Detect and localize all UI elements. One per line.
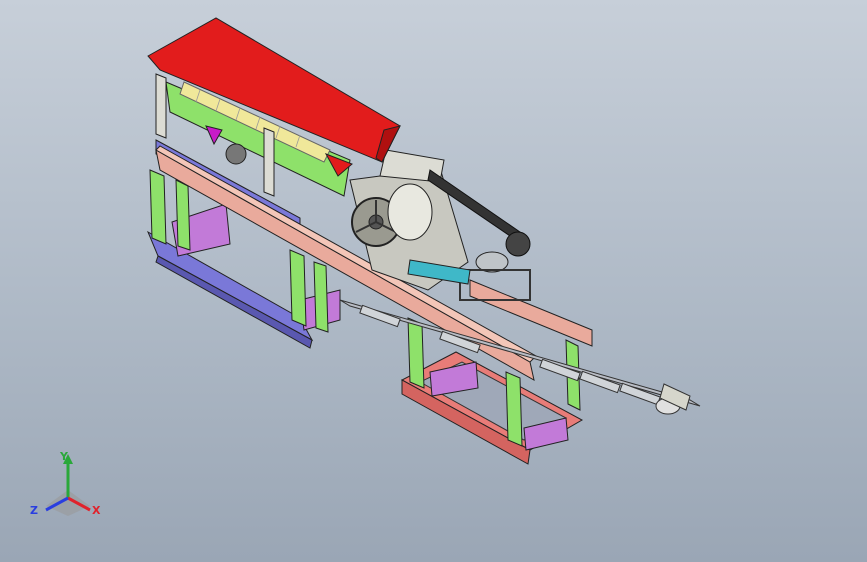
leg-3 xyxy=(289,249,307,327)
leg-2 xyxy=(175,179,191,251)
leg-6 xyxy=(505,371,523,447)
z-axis-label: Z xyxy=(30,504,38,517)
pulley-cylinder xyxy=(387,183,433,241)
crusher-assembly-model[interactable] xyxy=(0,0,867,562)
upper-post-1 xyxy=(155,73,167,139)
vibrator-pulley xyxy=(225,143,247,165)
leg-5 xyxy=(407,317,425,389)
cad-viewport[interactable]: Y Z X xyxy=(0,0,867,562)
upper-post-2 xyxy=(263,127,275,197)
leg-1 xyxy=(149,169,167,245)
x-axis-label: X xyxy=(92,504,101,517)
motor-pulley xyxy=(505,231,531,257)
leg-4 xyxy=(313,261,329,333)
y-axis-label: Y xyxy=(60,450,68,463)
left-base-frame-side xyxy=(155,255,313,349)
left-base-frame xyxy=(146,230,314,342)
